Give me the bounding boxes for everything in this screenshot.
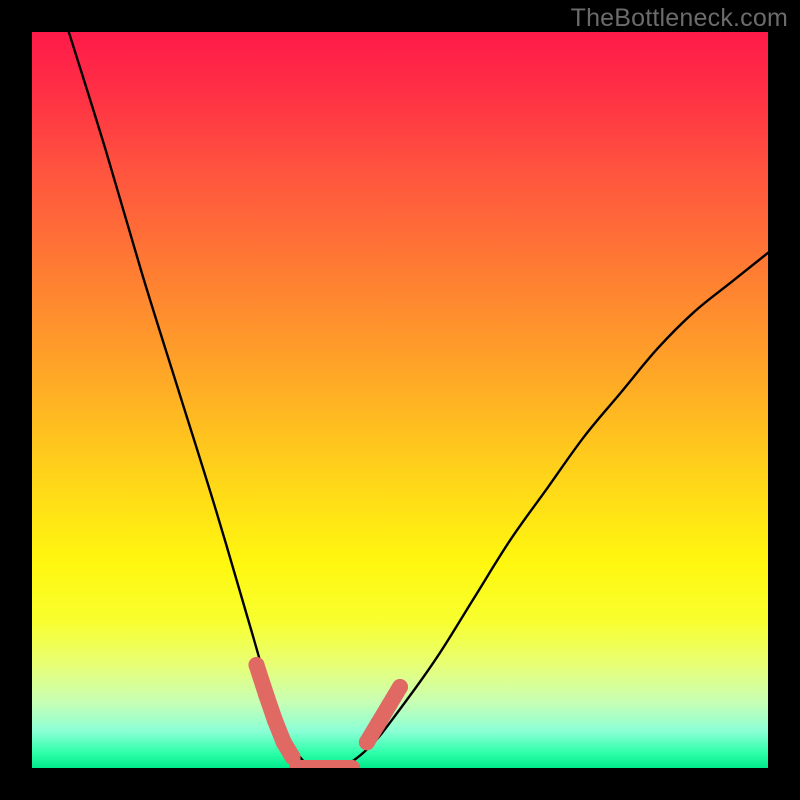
- highlight-dot: [359, 734, 375, 750]
- highlight-markers: [248, 657, 408, 768]
- highlight-dot: [248, 657, 264, 673]
- plot-area: [32, 32, 768, 768]
- highlight-dot: [276, 734, 292, 750]
- highlight-dot: [381, 697, 397, 713]
- highlight-dot: [370, 716, 386, 732]
- bottleneck-curve: [69, 32, 768, 768]
- chart-frame: TheBottleneck.com: [0, 0, 800, 800]
- highlight-dot: [258, 686, 274, 702]
- highlight-dot: [267, 712, 283, 728]
- watermark-label: TheBottleneck.com: [571, 4, 788, 33]
- curve-layer: [32, 32, 768, 768]
- highlight-dot: [392, 679, 408, 695]
